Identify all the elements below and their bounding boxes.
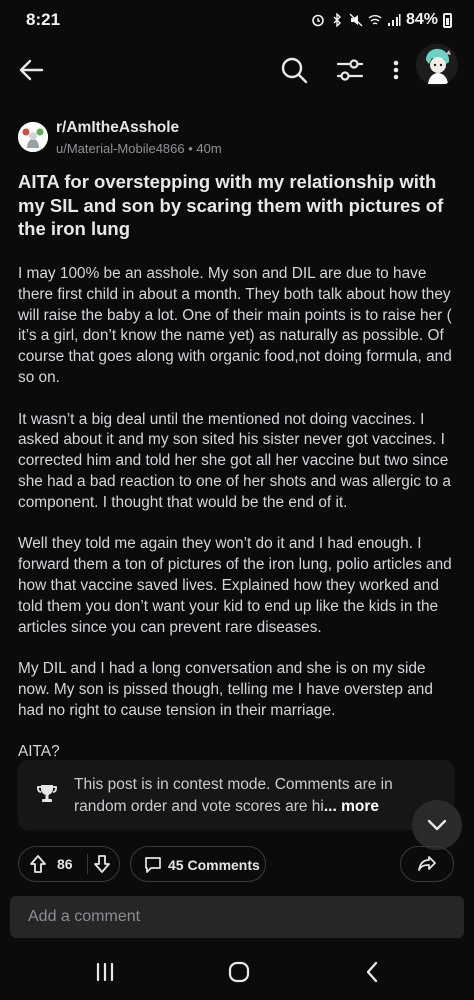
post-paragraph: Well they told me again they won’t do it… — [18, 535, 452, 636]
share-icon — [418, 856, 436, 871]
alarm-icon — [312, 14, 324, 27]
battery-icon — [443, 12, 452, 28]
downvote-icon[interactable] — [91, 853, 113, 875]
subreddit-name[interactable]: r/AmItheAsshole — [56, 119, 179, 137]
more-vert-icon[interactable] — [384, 52, 408, 88]
subreddit-icon[interactable] — [18, 122, 48, 152]
post-header: r/AmItheAsshole u/Material-Mobile4866 • … — [18, 118, 458, 160]
notice-text: This post is in contest mode. Comments a… — [74, 774, 434, 818]
comment-icon — [145, 857, 161, 873]
status-bar: 8:21 84% — [0, 0, 474, 40]
post-paragraph: It wasn’t a big deal until the mentioned… — [18, 410, 451, 511]
search-icon[interactable] — [276, 52, 312, 88]
post-paragraph: I may 100% be an asshole. My son and DIL… — [18, 265, 452, 386]
vote-count: 86 — [57, 856, 73, 872]
post-age: 40m — [196, 141, 222, 156]
notice-more-link[interactable]: ... more — [324, 798, 379, 815]
system-nav-bar — [0, 945, 474, 1000]
post-meta: u/Material-Mobile4866 • 40m — [56, 141, 222, 156]
status-icons: 84% — [311, 11, 452, 29]
recent-apps-icon[interactable] — [92, 959, 118, 985]
home-icon[interactable] — [226, 959, 252, 985]
app-bar — [0, 44, 474, 96]
author-name[interactable]: u/Material-Mobile4866 — [56, 141, 185, 156]
comments-button[interactable]: 45 Comments — [130, 846, 266, 882]
status-time: 8:21 — [26, 10, 61, 29]
battery-percent: 84% — [405, 11, 438, 28]
chevron-down-icon — [427, 819, 447, 831]
filter-icon[interactable] — [332, 52, 368, 88]
scroll-down-button[interactable] — [412, 800, 462, 850]
post-paragraph: My DIL and I had a long conversation and… — [18, 660, 433, 719]
comment-box — [10, 896, 464, 938]
trophy-icon — [37, 785, 57, 802]
avatar-illustration — [416, 44, 458, 86]
post-body: I may 100% be an asshole. My son and DIL… — [18, 264, 460, 784]
comment-input[interactable] — [10, 896, 464, 938]
mute-icon — [349, 13, 363, 27]
post-title: AITA for overstepping with my relationsh… — [18, 171, 444, 239]
upvote-icon[interactable] — [27, 853, 49, 875]
contest-mode-notice[interactable]: This post is in contest mode. Comments a… — [18, 760, 454, 830]
share-button[interactable] — [400, 846, 454, 882]
vote-control: 86 — [18, 846, 120, 882]
subreddit-logo — [18, 122, 48, 152]
back-arrow-icon[interactable] — [14, 52, 50, 88]
wifi-icon — [368, 15, 382, 25]
signal-icon — [387, 14, 401, 26]
avatar[interactable] — [416, 44, 458, 86]
nav-back-icon[interactable] — [360, 959, 386, 985]
bluetooth-icon — [333, 13, 341, 27]
vote-divider — [87, 854, 88, 874]
comments-count-label: 45 Comments — [168, 857, 260, 873]
